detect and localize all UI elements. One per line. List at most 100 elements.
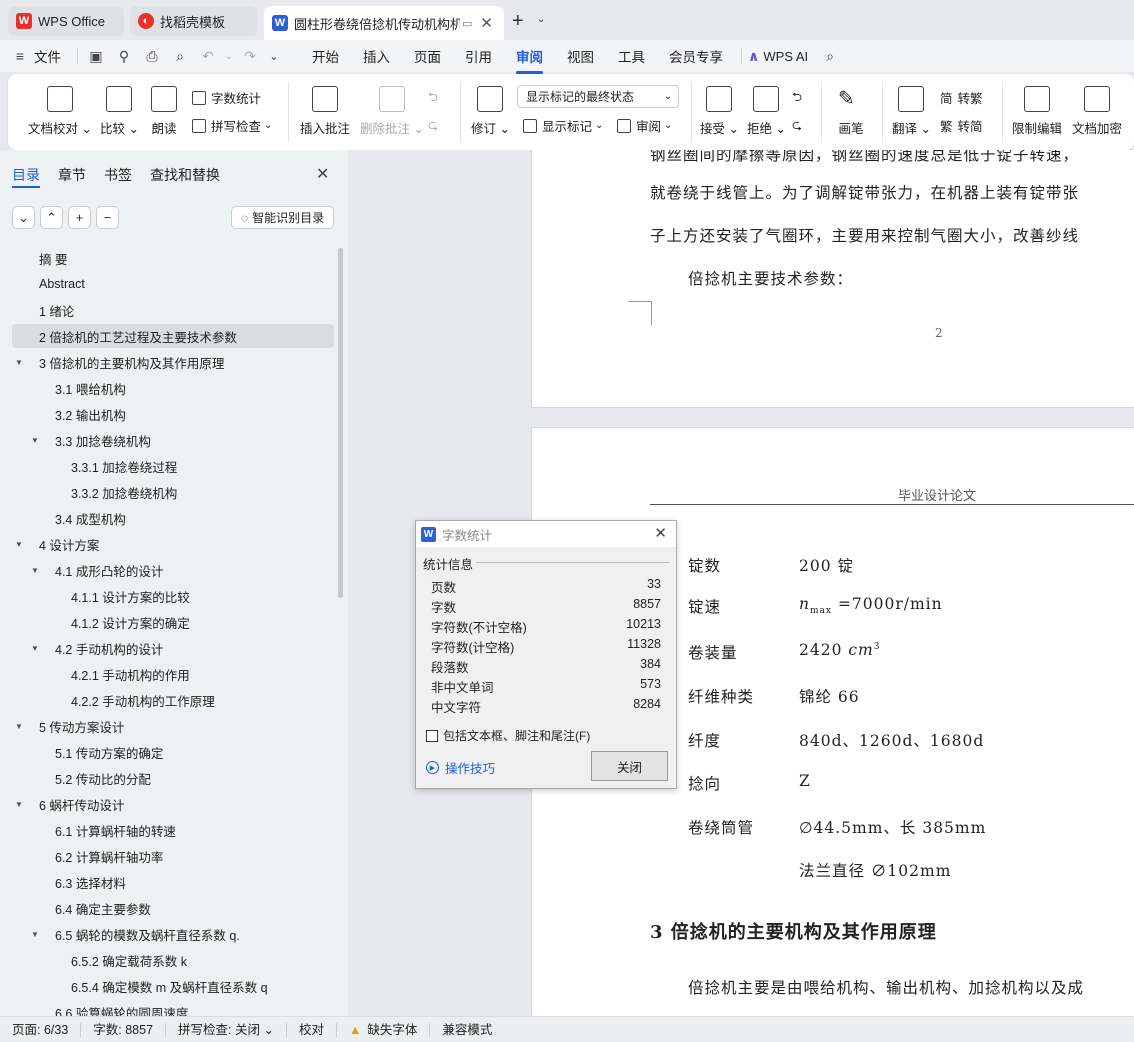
tab-template[interactable]: ◐ 找稻壳模板: [130, 6, 258, 36]
dialog-close-button[interactable]: 关闭: [591, 751, 668, 781]
smart-toc-button[interactable]: ◌ 智能识别目录: [231, 206, 334, 229]
toc-item[interactable]: 6.3 选择材料: [12, 870, 334, 894]
add-heading-icon[interactable]: +: [68, 206, 91, 229]
toc-item[interactable]: 4.2.2 手动机构的工作原理: [12, 688, 334, 712]
status-page[interactable]: 页面: 6/33: [0, 1022, 82, 1037]
expand-toggle-icon[interactable]: ▼: [12, 800, 26, 809]
doc-check-button[interactable]: 文档校对 ⌄: [28, 86, 92, 137]
read-aloud-button[interactable]: 朗读: [151, 86, 177, 137]
close-panel-icon[interactable]: ✕: [316, 164, 329, 184]
to-traditional-button[interactable]: 简转繁: [940, 88, 983, 107]
expand-toggle-icon[interactable]: ▼: [12, 540, 26, 549]
toc-item[interactable]: 5.1 传动方案的确定: [12, 740, 334, 764]
show-markup-button[interactable]: 显示标记 ⌄: [523, 116, 603, 135]
toc-item[interactable]: 4.1.2 设计方案的确定: [12, 610, 334, 634]
status-spell-check[interactable]: 拼写检查: 关闭 ⌄: [166, 1022, 287, 1037]
toc-item[interactable]: 3.3.2 加捻卷绕机构: [12, 480, 334, 504]
restrict-edit-button[interactable]: 限制编辑: [1012, 86, 1062, 137]
toc-item[interactable]: ▼ 3 倍捻机的主要机构及其作用原理: [12, 350, 334, 374]
search-icon[interactable]: ⌕: [816, 44, 844, 68]
tips-link[interactable]: ▶ 操作技巧: [426, 758, 495, 777]
revise-button[interactable]: 修订 ⌄: [471, 86, 510, 137]
panel-tab-toc[interactable]: 目录: [12, 165, 40, 185]
new-tab-icon[interactable]: +: [512, 10, 524, 33]
toc-item[interactable]: 3.2 输出机构: [12, 402, 334, 426]
prev-comment-icon[interactable]: ⮌: [428, 88, 438, 109]
toc-item[interactable]: 4.1.1 设计方案的比较: [12, 584, 334, 608]
menu-page[interactable]: 页面: [402, 46, 453, 66]
menu-tools[interactable]: 工具: [606, 46, 657, 66]
accept-button[interactable]: 接受 ⌄: [700, 86, 739, 137]
menu-file[interactable]: 文件: [30, 46, 73, 66]
undo-icon[interactable]: ↶: [194, 44, 222, 68]
toc-item[interactable]: ▼ 6.5 蜗轮的模数及蜗杆直径系数 q.: [12, 922, 334, 946]
expand-toggle-icon[interactable]: ▼: [12, 358, 26, 367]
tab-document[interactable]: W 圆柱形卷绕倍捻机传动机构机械 ▭ ✕: [264, 6, 504, 40]
toc-item[interactable]: 6.5.2 确定载荷系数 k: [12, 948, 334, 972]
toc-item[interactable]: ▼ 5 传动方案设计: [12, 714, 334, 738]
menu-start[interactable]: 开始: [300, 46, 351, 66]
toc-item[interactable]: 6.5.4 确定模数 m 及蜗杆直径系数 q: [12, 974, 334, 998]
status-missing-font[interactable]: ▲ 缺失字体: [337, 1022, 431, 1037]
screen-icon[interactable]: ▭: [462, 17, 472, 30]
toc-item[interactable]: 6.2 计算蜗杆轴功率: [12, 844, 334, 868]
toc-item[interactable]: 3.3.1 加捻卷绕过程: [12, 454, 334, 478]
doc-encrypt-button[interactable]: 文档加密: [1072, 86, 1122, 137]
toc-item[interactable]: 5.2 传动比的分配: [12, 766, 334, 790]
toc-item[interactable]: ▼ 4.1 成形凸轮的设计: [12, 558, 334, 582]
toc-item[interactable]: 3.1 喂给机构: [12, 376, 334, 400]
collapse-up-icon[interactable]: ⌃: [40, 206, 63, 229]
toc-item[interactable]: 2 倍捻机的工艺过程及主要技术参数: [12, 324, 334, 348]
toc-item[interactable]: ▼ 4 设计方案: [12, 532, 334, 556]
expand-toggle-icon[interactable]: ▼: [28, 436, 42, 445]
delete-comment-button[interactable]: 删除批注 ⌄: [360, 86, 424, 137]
toc-item[interactable]: ▼ 3.3 加捻卷绕机构: [12, 428, 334, 452]
more-dropdown-icon[interactable]: ⌄: [264, 44, 284, 68]
translate-button[interactable]: 翻译 ⌄: [892, 86, 931, 137]
save-icon[interactable]: ▣: [82, 44, 110, 68]
expand-toggle-icon[interactable]: ▼: [28, 644, 42, 653]
prev-revision-icon[interactable]: ⮌: [792, 88, 802, 109]
remove-heading-icon[interactable]: −: [96, 206, 119, 229]
expand-toggle-icon[interactable]: ▼: [28, 566, 42, 575]
menu-reference[interactable]: 引用: [453, 46, 504, 66]
panel-tab-chapters[interactable]: 章节: [58, 165, 86, 185]
compare-button[interactable]: 比较 ⌄: [100, 86, 139, 137]
toc-item[interactable]: 摘 要: [12, 246, 334, 270]
menu-view[interactable]: 视图: [555, 46, 606, 66]
status-proof[interactable]: 校对: [287, 1022, 337, 1037]
tab-wps-office[interactable]: W WPS Office: [8, 6, 124, 36]
tab-dropdown-icon[interactable]: ⌄: [537, 14, 545, 25]
toc-item[interactable]: 1 绪论: [12, 298, 334, 322]
toc-item[interactable]: 6.1 计算蜗杆轴的转速: [12, 818, 334, 842]
pen-button[interactable]: ✎ 画笔: [838, 86, 864, 137]
share-icon[interactable]: ⚲: [110, 44, 138, 68]
toc-item[interactable]: 4.2.1 手动机构的作用: [12, 662, 334, 686]
expand-toggle-icon[interactable]: ▼: [28, 930, 42, 939]
to-simplified-button[interactable]: 繁转简: [940, 116, 983, 135]
reject-button[interactable]: 拒绝 ⌄: [747, 86, 786, 137]
include-textbox-checkbox[interactable]: 包括文本框、脚注和尾注(F): [426, 727, 590, 744]
toc-item[interactable]: Abstract: [12, 272, 334, 296]
close-tab-icon[interactable]: ✕: [480, 14, 493, 32]
spell-check-button[interactable]: 拼写检查 ⌄: [192, 116, 272, 135]
next-comment-icon[interactable]: ⮎: [428, 116, 438, 137]
toc-item[interactable]: 3.4 成型机构: [12, 506, 334, 530]
panel-tab-bookmarks[interactable]: 书签: [104, 165, 132, 185]
undo-dropdown-icon[interactable]: ⌄: [222, 44, 236, 68]
dialog-close-icon[interactable]: ✕: [654, 524, 667, 542]
insert-comment-button[interactable]: 插入批注: [300, 86, 350, 137]
panel-scrollbar[interactable]: [338, 248, 343, 598]
next-revision-icon[interactable]: ⮎: [792, 116, 802, 137]
expand-down-icon[interactable]: ⌄: [12, 206, 35, 229]
menu-member[interactable]: 会员专享: [657, 46, 735, 66]
markup-state-select[interactable]: 显示标记的最终状态 ⌄: [517, 85, 679, 108]
menu-review[interactable]: 审阅: [504, 46, 555, 74]
menu-wps-ai[interactable]: WPS AI: [763, 49, 816, 64]
print-preview-icon[interactable]: ⌕: [166, 44, 194, 68]
toc-item[interactable]: ▼ 4.2 手动机构的设计: [12, 636, 334, 660]
toc-item[interactable]: 6.4 确定主要参数: [12, 896, 334, 920]
review-pane-button[interactable]: 审阅 ⌄: [617, 116, 672, 135]
status-words[interactable]: 字数: 8857: [81, 1022, 167, 1037]
dialog-titlebar[interactable]: W 字数统计 ✕: [416, 521, 676, 547]
